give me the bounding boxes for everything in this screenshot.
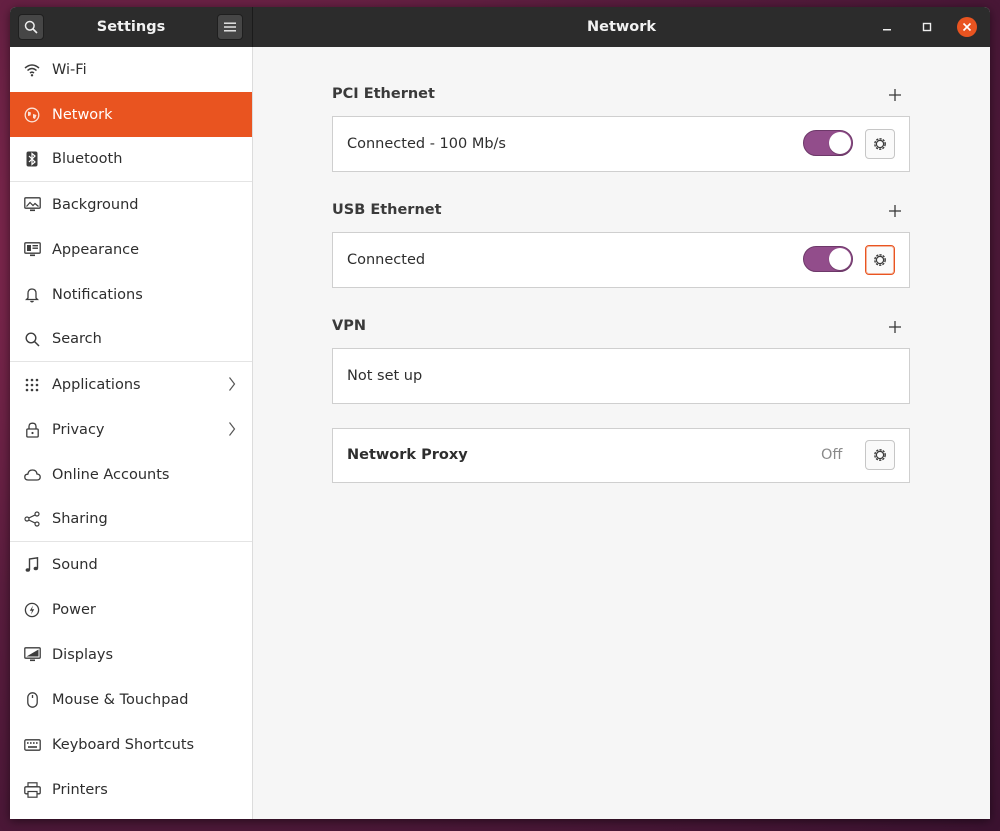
maximize-button[interactable] (917, 17, 937, 37)
sidebar-item-label: Printers (52, 781, 108, 798)
sidebar-item-mouse-touchpad[interactable]: Mouse & Touchpad (10, 677, 252, 722)
toggle-knob (829, 132, 851, 154)
close-icon (962, 22, 972, 32)
gear-icon (874, 449, 886, 461)
pci-ethernet-status: Connected - 100 Mb/s (347, 136, 506, 152)
sidebar-item-privacy[interactable]: Privacy (10, 407, 252, 452)
bluetooth-icon (23, 150, 41, 168)
sidebar-item-label: Sharing (52, 511, 108, 527)
sidebar-item-printers[interactable]: Printers (10, 767, 252, 812)
wifi-icon (23, 61, 41, 79)
power-icon (23, 601, 41, 619)
minimize-button[interactable] (877, 17, 897, 37)
add-pci-ethernet-button[interactable] (887, 87, 903, 103)
hamburger-menu-icon (224, 22, 236, 32)
sidebar-item-label: Online Accounts (52, 466, 170, 483)
toggle-knob (829, 248, 851, 270)
pci-ethernet-toggle[interactable] (803, 130, 853, 156)
usb-ethernet-toggle[interactable] (803, 246, 853, 272)
network-panel: PCI Ethernet Connected - 100 Mb/s USB Et… (253, 47, 990, 819)
appearance-icon (23, 241, 41, 259)
minimize-icon (883, 29, 891, 31)
sidebar-item-label: Keyboard Shortcuts (52, 736, 195, 753)
sidebar-item-wifi[interactable]: Wi-Fi (10, 47, 252, 92)
sidebar-item-sharing[interactable]: Sharing (10, 497, 252, 542)
sidebar: Wi-Fi Network Bluetooth Background Appea… (10, 47, 253, 819)
usb-ethernet-settings-button[interactable] (865, 245, 895, 275)
sidebar-item-keyboard-shortcuts[interactable]: Keyboard Shortcuts (10, 722, 252, 767)
maximize-icon (922, 22, 932, 32)
sidebar-item-label: Applications (52, 376, 141, 393)
sidebar-item-applications[interactable]: Applications (10, 362, 252, 407)
network-globe-icon (23, 106, 41, 124)
chevron-right-icon (229, 377, 236, 391)
share-icon (23, 510, 41, 528)
vpn-title: VPN (332, 318, 366, 334)
add-vpn-button[interactable] (887, 319, 903, 335)
apps-grid-icon (23, 376, 41, 394)
pci-ethernet-title: PCI Ethernet (332, 86, 435, 102)
sidebar-item-label: Power (52, 601, 96, 618)
sidebar-item-label: Notifications (52, 286, 143, 303)
network-proxy-row[interactable]: Network Proxy Off (332, 428, 910, 483)
printer-icon (23, 781, 41, 799)
sidebar-item-notifications[interactable]: Notifications (10, 272, 252, 317)
gear-icon (874, 138, 886, 150)
menu-button[interactable] (217, 14, 243, 40)
close-button[interactable] (957, 17, 977, 37)
add-usb-ethernet-button[interactable] (887, 203, 903, 219)
sidebar-item-network[interactable]: Network (10, 92, 252, 137)
sidebar-item-displays[interactable]: Displays (10, 632, 252, 677)
settings-window: Settings Network Wi-Fi Network Bluetooth… (10, 7, 990, 819)
network-proxy-label: Network Proxy (347, 447, 468, 463)
sidebar-item-label: Search (52, 331, 102, 347)
pci-ethernet-row: Connected - 100 Mb/s (332, 116, 910, 172)
lock-icon (23, 421, 41, 439)
sidebar-item-appearance[interactable]: Appearance (10, 227, 252, 272)
sidebar-item-bluetooth[interactable]: Bluetooth (10, 137, 252, 182)
keyboard-icon (23, 736, 41, 754)
sidebar-item-sound[interactable]: Sound (10, 542, 252, 587)
mouse-icon (23, 691, 41, 709)
sidebar-item-label: Privacy (52, 421, 105, 438)
cloud-icon (23, 466, 41, 484)
vpn-status: Not set up (347, 368, 423, 384)
header-left: Settings (10, 7, 253, 47)
sidebar-item-label: Background (52, 196, 139, 213)
sidebar-item-background[interactable]: Background (10, 182, 252, 227)
display-icon (23, 646, 41, 664)
sidebar-item-label: Sound (52, 556, 98, 573)
app-title: Settings (96, 19, 166, 35)
sidebar-item-label: Displays (52, 646, 114, 663)
sidebar-item-search[interactable]: Search (10, 317, 252, 362)
search-icon (23, 330, 41, 348)
sidebar-item-label: Appearance (52, 241, 140, 258)
usb-ethernet-row: Connected (332, 232, 910, 288)
sidebar-item-online-accounts[interactable]: Online Accounts (10, 452, 252, 497)
usb-ethernet-status: Connected (347, 252, 426, 268)
music-note-icon (23, 556, 41, 574)
sidebar-item-label: Wi-Fi (52, 61, 87, 78)
network-proxy-settings-button[interactable] (865, 440, 895, 470)
gear-icon (874, 254, 886, 266)
pci-ethernet-settings-button[interactable] (865, 129, 895, 159)
sidebar-item-power[interactable]: Power (10, 587, 252, 632)
chevron-right-icon (229, 422, 236, 436)
usb-ethernet-title: USB Ethernet (332, 202, 442, 218)
header-bar: Settings Network (10, 7, 990, 47)
bell-icon (23, 286, 41, 304)
sidebar-item-label: Mouse & Touchpad (52, 691, 189, 708)
sidebar-item-label: Network (52, 106, 113, 123)
network-proxy-value: Off (821, 447, 843, 463)
vpn-row: Not set up (332, 348, 910, 404)
background-icon (23, 196, 41, 214)
sidebar-item-label: Bluetooth (52, 151, 123, 167)
